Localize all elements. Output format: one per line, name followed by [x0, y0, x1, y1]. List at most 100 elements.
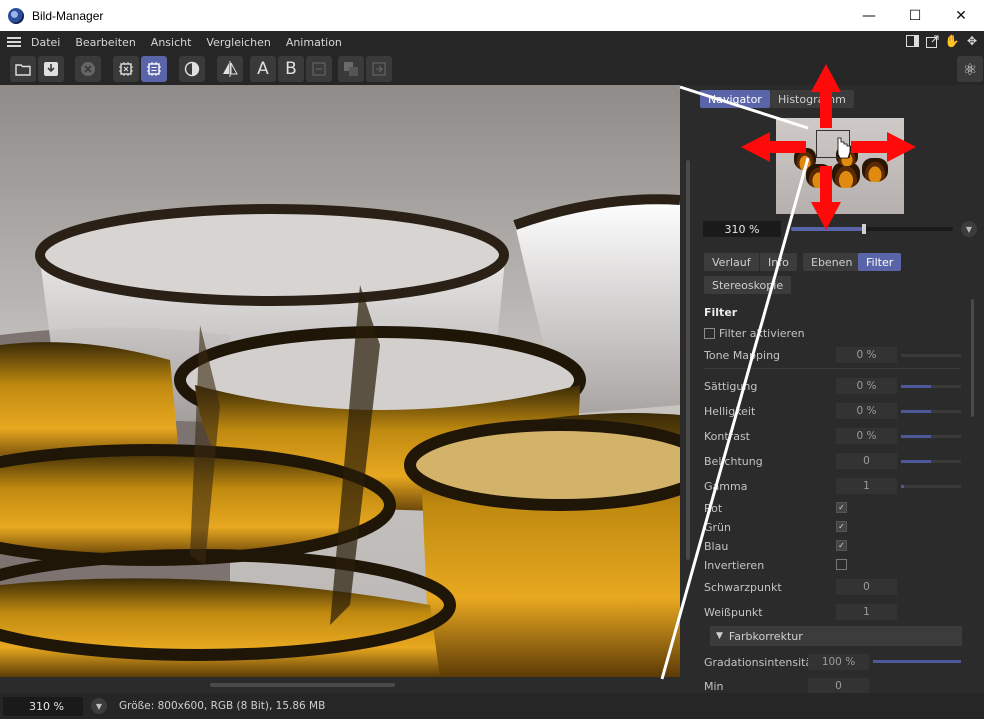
panel-layout-icon[interactable]	[904, 33, 920, 49]
panel-scrollbar[interactable]	[971, 299, 974, 417]
tab-stereoskopie[interactable]: Stereoskopie	[704, 276, 792, 294]
zoom-slider-handle[interactable]	[861, 224, 866, 234]
navigator-zoom-slider[interactable]	[791, 224, 953, 234]
menu-vergleichen[interactable]: Vergleichen	[206, 36, 270, 49]
kontrast-slider[interactable]	[901, 435, 961, 438]
compare-icon	[223, 61, 238, 77]
image-viewport[interactable]	[0, 85, 680, 677]
close-button[interactable]: ✕	[938, 0, 984, 31]
schwarzpunkt-field[interactable]: 0	[836, 579, 897, 595]
undock-icon[interactable]	[924, 33, 940, 49]
blau-label: Blau	[704, 539, 729, 553]
min-field[interactable]: 0	[808, 678, 869, 693]
side-panel: Navigator Histogramm 310 % ▼ Verlauf Inf…	[693, 85, 984, 693]
rot-label: Rot	[704, 501, 723, 515]
status-bar: 310 % ▼ Größe: 800x600, RGB (8 Bit), 15.…	[0, 693, 984, 719]
tone-mapping-slider[interactable]	[901, 354, 961, 357]
schwarzpunkt-label: Schwarzpunkt	[704, 580, 782, 594]
download-icon	[44, 62, 58, 76]
tab-navigator[interactable]: Navigator	[700, 90, 770, 108]
filter-enable-checkbox[interactable]	[704, 327, 715, 339]
tab-histogramm[interactable]: Histogramm	[770, 90, 854, 108]
min-label: Min	[704, 679, 724, 693]
stack-icon	[344, 62, 358, 76]
save-button[interactable]	[38, 56, 64, 82]
gamma-slider[interactable]	[901, 485, 961, 488]
belichtung-label: Belichtung	[704, 454, 763, 468]
tab-filter[interactable]: Filter	[858, 253, 902, 271]
layout-icons: ✋ ✥	[904, 33, 980, 49]
gamma-field[interactable]: 1	[836, 478, 897, 494]
gamma-label: Gamma	[704, 479, 748, 493]
chip-lines-icon	[147, 62, 161, 76]
helligkeit-slider[interactable]	[901, 410, 961, 413]
window-title: Bild-Manager	[32, 8, 104, 23]
cancel-circle-icon	[81, 62, 95, 76]
compare-ab-button[interactable]	[217, 56, 243, 82]
render-active-button[interactable]	[141, 56, 167, 82]
swap-button[interactable]	[306, 56, 332, 82]
menu-ansicht[interactable]: Ansicht	[151, 36, 192, 49]
set-b-button[interactable]: B	[278, 56, 304, 82]
maximize-button[interactable]: ☐	[892, 0, 938, 31]
export-button[interactable]	[366, 56, 392, 82]
weisspunkt-field[interactable]: 1	[836, 604, 897, 620]
rot-checkbox[interactable]: ✓	[836, 502, 847, 513]
swap-icon	[312, 62, 326, 76]
menu-bearbeiten[interactable]: Bearbeiten	[75, 36, 135, 49]
invertieren-checkbox[interactable]	[836, 559, 847, 570]
belichtung-slider[interactable]	[901, 460, 961, 463]
tone-mapping-label: Tone Mapping	[704, 348, 781, 362]
stop-render-button[interactable]	[75, 56, 101, 82]
tone-mapping-field[interactable]: 0 %	[836, 347, 897, 363]
status-zoom-field[interactable]: 310 %	[3, 696, 83, 716]
filter-enable-row[interactable]: Filter aktivieren	[704, 324, 805, 342]
minimize-button[interactable]: —	[846, 0, 892, 31]
title-bar: Bild-Manager — ☐ ✕	[0, 0, 984, 31]
app-logo-icon	[8, 7, 24, 24]
gradation-label: Gradationsintensität	[704, 655, 817, 669]
kontrast-field[interactable]: 0 %	[836, 428, 897, 444]
gradation-slider[interactable]	[873, 660, 961, 663]
gradation-field[interactable]: 100 %	[808, 654, 869, 670]
menu-animation[interactable]: Animation	[286, 36, 342, 49]
folder-icon	[15, 63, 31, 76]
viewport-horizontal-scrollbar[interactable]	[210, 683, 395, 687]
open-folder-button[interactable]	[10, 56, 36, 82]
menu-datei[interactable]: Datei	[31, 36, 60, 49]
export-icon	[372, 62, 386, 76]
gruen-checkbox[interactable]: ✓	[836, 521, 847, 532]
atom-icon[interactable]: ⚛	[957, 56, 983, 82]
tab-ebenen[interactable]: Ebenen	[803, 253, 861, 271]
viewport-vertical-scrollbar[interactable]	[686, 160, 690, 560]
blau-checkbox[interactable]: ✓	[836, 540, 847, 551]
invertieren-label: Invertieren	[704, 558, 765, 572]
belichtung-field[interactable]: 0	[836, 453, 897, 469]
zoom-dropdown-icon[interactable]: ▼	[961, 221, 977, 237]
filter-divider	[704, 368, 961, 369]
render-region-button[interactable]	[113, 56, 139, 82]
helligkeit-field[interactable]: 0 %	[836, 403, 897, 419]
farbkorrektur-label: Farbkorrektur	[728, 629, 803, 643]
navigator-view-frame[interactable]	[816, 130, 850, 158]
tab-info[interactable]: Info	[760, 253, 797, 271]
layers-button[interactable]	[338, 56, 364, 82]
navigator-zoom-field[interactable]: 310 %	[703, 221, 781, 237]
rendered-image	[0, 85, 680, 677]
pan-hand-icon[interactable]: ✋	[944, 33, 960, 49]
hamburger-menu-icon[interactable]	[7, 35, 21, 49]
toolbar: A B	[0, 53, 984, 85]
status-zoom-dropdown-icon[interactable]: ▼	[91, 698, 107, 714]
chevron-down-icon: ▼	[716, 631, 723, 641]
image-info-text: Größe: 800x600, RGB (8 Bit), 15.86 MB	[119, 700, 326, 712]
set-a-button[interactable]: A	[250, 56, 276, 82]
kontrast-label: Kontrast	[704, 429, 750, 443]
saettigung-field[interactable]: 0 %	[836, 378, 897, 394]
saettigung-slider[interactable]	[901, 385, 961, 388]
tab-verlauf[interactable]: Verlauf	[704, 253, 759, 271]
move-arrows-icon[interactable]: ✥	[964, 33, 980, 49]
navigator-thumbnail[interactable]	[776, 118, 904, 214]
contrast-button[interactable]	[179, 56, 205, 82]
chip-icon	[119, 62, 133, 76]
farbkorrektur-group[interactable]: ▼ Farbkorrektur	[710, 626, 962, 646]
